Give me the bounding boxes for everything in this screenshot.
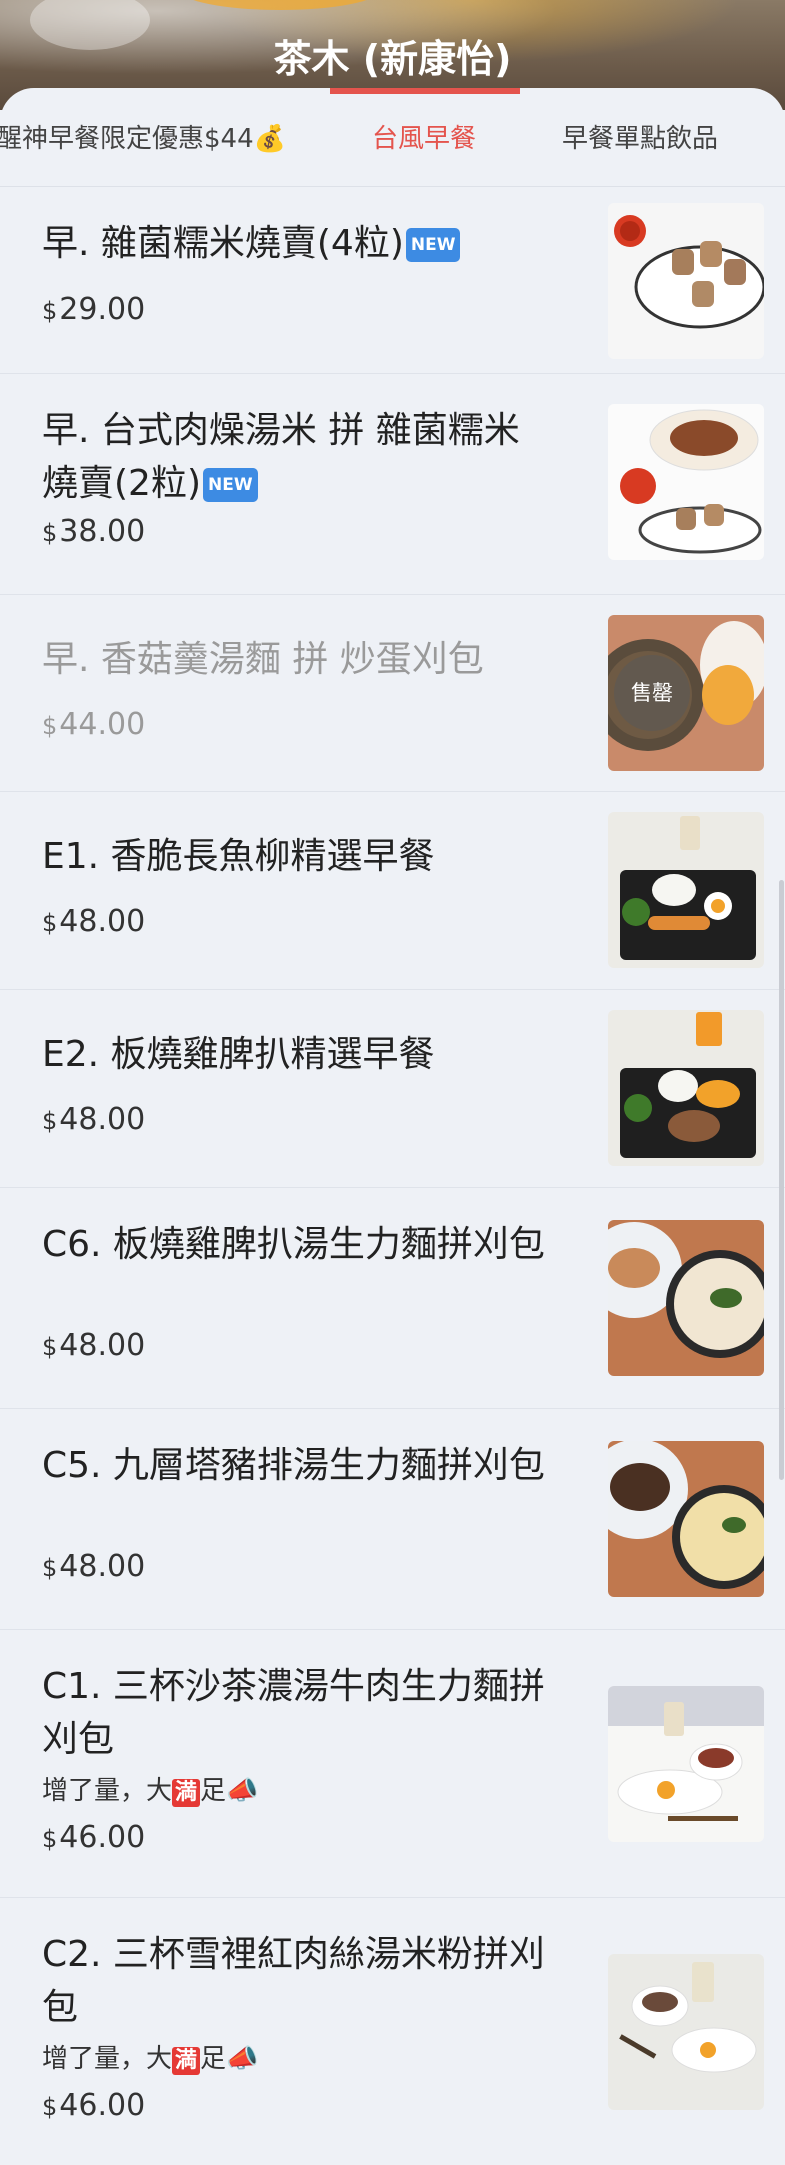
chicken-breakfast-photo bbox=[608, 1010, 764, 1166]
menu-item[interactable]: 早. 台式肉燥湯米 拼 雜菌糯米燒賣(2粒) NEW $38.00 bbox=[0, 374, 785, 595]
item-photo[interactable] bbox=[608, 1686, 764, 1842]
item-name: C6. 板燒雞脾扒湯生力麵拼刈包 bbox=[42, 1224, 545, 1265]
menu-item[interactable]: E2. 板燒雞脾扒精選早餐 $48.00 bbox=[0, 990, 785, 1188]
beef-noodle-photo bbox=[608, 1686, 764, 1842]
banner-photo-accent bbox=[180, 0, 380, 10]
item-price: $48.00 bbox=[42, 904, 146, 939]
menu-item[interactable]: 早. 雜菌糯米燒賣(4粒) NEW $29.00 bbox=[0, 187, 785, 374]
item-price: $48.00 bbox=[42, 1328, 146, 1363]
menu-item[interactable]: E1. 香脆長魚柳精選早餐 $48.00 bbox=[0, 792, 785, 990]
tab-breakfast-drinks[interactable]: 早餐單點飲品 bbox=[562, 118, 718, 155]
tab-breakfast-offer[interactable]: 醒神早餐限定優惠$44💰 bbox=[0, 118, 286, 155]
item-price: $29.00 bbox=[42, 292, 146, 327]
item-price: $44.00 bbox=[42, 707, 146, 742]
menu-item[interactable]: C2. 三杯雪裡紅肉絲湯米粉拼刈包 增了量，大満足📣 $46.00 bbox=[0, 1898, 785, 2165]
full-badge: 満 bbox=[172, 1779, 201, 1807]
item-name: 早. 香菇羹湯麵 拼 炒蛋刈包 bbox=[42, 639, 484, 680]
vermicelli-photo bbox=[608, 1954, 764, 2110]
item-photo[interactable] bbox=[608, 404, 764, 560]
chicken-noodle-photo bbox=[608, 1220, 764, 1376]
shumai-photo bbox=[608, 203, 764, 359]
item-price: $38.00 bbox=[42, 514, 146, 549]
active-tab-indicator bbox=[330, 88, 520, 94]
pork-chop-noodle-photo bbox=[608, 1441, 764, 1597]
minced-pork-rice-photo bbox=[608, 404, 764, 560]
item-name: E1. 香脆長魚柳精選早餐 bbox=[42, 836, 435, 877]
menu-item[interactable]: C6. 板燒雞脾扒湯生力麵拼刈包 $48.00 bbox=[0, 1188, 785, 1409]
fish-breakfast-photo bbox=[608, 812, 764, 968]
full-badge: 満 bbox=[172, 2047, 201, 2075]
item-photo[interactable] bbox=[608, 203, 764, 359]
new-badge: NEW bbox=[405, 228, 461, 262]
item-name: C1. 三杯沙茶濃湯牛肉生力麵拼刈包 bbox=[42, 1666, 545, 1760]
sold-out-badge: 售罄 bbox=[614, 655, 690, 731]
item-photo[interactable] bbox=[608, 812, 764, 968]
item-price: $46.00 bbox=[42, 2088, 146, 2123]
item-price: $48.00 bbox=[42, 1549, 146, 1584]
item-name: 早. 雜菌糯米燒賣(4粒) NEW bbox=[42, 217, 552, 270]
item-promo: 增了量，大満足📣 bbox=[42, 1776, 259, 1807]
item-photo[interactable]: 售罄 bbox=[608, 615, 764, 771]
menu-item[interactable]: C1. 三杯沙茶濃湯牛肉生力麵拼刈包 增了量，大満足📣 $46.00 bbox=[0, 1630, 785, 1898]
page-title: 茶木 (新康怡) bbox=[273, 37, 512, 81]
menu-item[interactable]: C5. 九層塔豬排湯生力麵拼刈包 $48.00 bbox=[0, 1409, 785, 1630]
item-photo[interactable] bbox=[608, 1220, 764, 1376]
tab-taiwan-breakfast[interactable]: 台風早餐 bbox=[372, 118, 476, 155]
item-name: 早. 台式肉燥湯米 拼 雜菌糯米燒賣(2粒) NEW bbox=[42, 410, 520, 504]
item-name: C5. 九層塔豬排湯生力麵拼刈包 bbox=[42, 1445, 545, 1486]
menu-sheet: 醒神早餐限定優惠$44💰 台風早餐 早餐單點飲品 早. 雜菌糯米燒賣(4粒) NE… bbox=[0, 88, 785, 2160]
scrollbar[interactable] bbox=[779, 880, 784, 1480]
item-price: $48.00 bbox=[42, 1102, 146, 1137]
category-tabs: 醒神早餐限定優惠$44💰 台風早餐 早餐單點飲品 bbox=[0, 88, 785, 187]
item-name: C2. 三杯雪裡紅肉絲湯米粉拼刈包 bbox=[42, 1934, 545, 2028]
item-photo[interactable] bbox=[608, 1954, 764, 2110]
item-photo[interactable] bbox=[608, 1010, 764, 1166]
menu-item[interactable]: 早. 香菇羹湯麵 拼 炒蛋刈包 $44.00 售罄 bbox=[0, 595, 785, 792]
item-price: $46.00 bbox=[42, 1820, 146, 1855]
item-name: E2. 板燒雞脾扒精選早餐 bbox=[42, 1034, 435, 1075]
new-badge: NEW bbox=[203, 468, 258, 502]
item-photo[interactable] bbox=[608, 1441, 764, 1597]
item-promo: 增了量，大満足📣 bbox=[42, 2044, 259, 2075]
